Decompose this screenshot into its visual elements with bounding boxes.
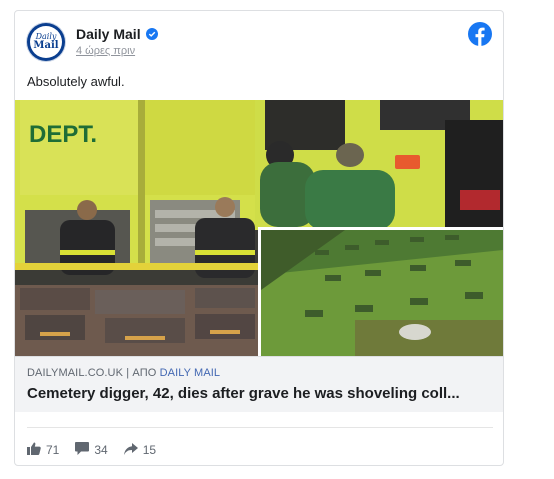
page-name-link[interactable]: Daily Mail [76,26,141,42]
likes-value: 71 [46,443,60,457]
verified-badge-icon [145,28,158,40]
facebook-post-card: Daily Mail Daily Mail 4 ώρες πριν Absolu… [14,10,504,466]
comment-icon [75,442,90,458]
facebook-icon[interactable] [468,22,492,51]
avatar-mail-text: Mail [33,40,59,51]
shares-count[interactable]: 15 [123,442,157,458]
source-separator: | [126,367,130,379]
article-image[interactable]: DEPT. [15,100,503,356]
page-avatar[interactable]: Daily Mail [27,23,65,61]
comments-value: 34 [94,443,108,457]
post-text: Absolutely awful. [27,74,125,89]
link-domain: DAILYMAIL.CO.UK [27,367,124,379]
engagement-bar: 71 34 15 [27,427,493,458]
from-label: ΑΠΟ [132,367,157,379]
daily-mail-logo: Daily Mail [30,26,62,58]
like-icon [27,442,41,458]
likes-count[interactable]: 71 [27,442,59,458]
link-source: DAILYMAIL.CO.UK | ΑΠΟ DAILY MAIL [27,367,220,379]
comments-count[interactable]: 34 [75,442,108,458]
page-name-row: Daily Mail [76,26,158,42]
truck-dept-text: DEPT. [29,121,97,148]
share-icon [123,442,138,458]
shares-value: 15 [142,443,157,457]
publisher-link[interactable]: DAILY MAIL [160,367,221,379]
link-preview[interactable]: DAILYMAIL.CO.UK | ΑΠΟ DAILY MAIL Cemeter… [15,356,503,412]
post-timestamp[interactable]: 4 ώρες πριν [76,45,135,57]
article-headline[interactable]: Cemetery digger, 42, dies after grave he… [27,385,495,402]
